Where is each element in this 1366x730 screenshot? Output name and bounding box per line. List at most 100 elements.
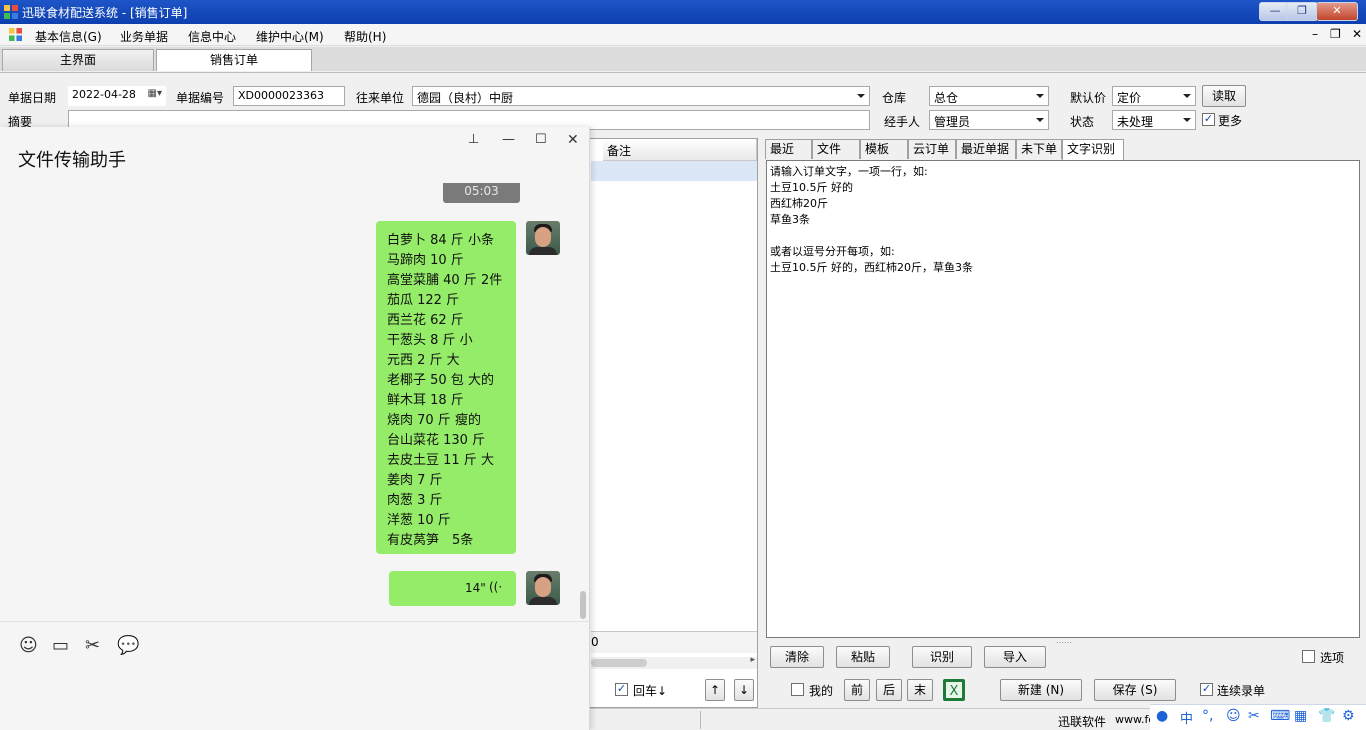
save-button[interactable]: 保存 (S) [1094, 679, 1176, 701]
partner-value: 德园（良村）中厨 [417, 91, 514, 105]
chat-divider [0, 621, 589, 622]
avatar[interactable] [526, 221, 560, 255]
handler-label: 经手人 [884, 115, 921, 129]
scissors-icon[interactable]: ✂ [1248, 708, 1260, 724]
partner-select[interactable]: 德园（良村）中厨 [412, 86, 870, 106]
close-button[interactable]: ✕ [1316, 2, 1358, 21]
previous-message-time: 05:03 [443, 183, 520, 203]
resize-grip[interactable]: ⋯⋯ [1056, 638, 1072, 647]
tab-recent[interactable]: 最近 [765, 139, 812, 159]
continuous-label: 连续录单 [1217, 684, 1266, 698]
tab-not-ordered[interactable]: 未下单 [1016, 139, 1062, 159]
user-icon[interactable]: ● [1156, 708, 1168, 724]
mdi-restore-button[interactable]: ❐ [1330, 27, 1341, 41]
handler-select[interactable]: 管理员 [929, 110, 1049, 130]
tab-text-recognition[interactable]: 文字识别 [1062, 139, 1124, 160]
chat-history-icon[interactable]: 💬 [117, 635, 139, 656]
grid-icon[interactable]: ▦ [1294, 708, 1307, 724]
menu-info-center[interactable]: 信息中心 [188, 28, 236, 45]
folder-icon[interactable]: ▭ [52, 635, 69, 656]
screenshot-scissors-icon[interactable]: ✂ [85, 635, 100, 656]
table-footer: 0 [591, 631, 757, 653]
options-checkbox[interactable] [1302, 650, 1315, 663]
more-label: 更多 [1218, 114, 1243, 128]
table-row[interactable] [591, 161, 757, 181]
status-value: 未处理 [1117, 115, 1154, 129]
menu-basic-info[interactable]: 基本信息(G) [35, 28, 102, 45]
mine-checkbox[interactable] [791, 683, 804, 696]
maximize-button[interactable]: ❐ [1286, 2, 1318, 21]
mdi-minimize-button[interactable]: – [1312, 27, 1318, 41]
read-button[interactable]: 读取 [1202, 85, 1246, 107]
emoji-icon[interactable]: ☺ [19, 635, 38, 656]
punctuation-icon[interactable]: °, [1202, 708, 1213, 724]
more-checkbox[interactable]: ✓ [1202, 113, 1215, 126]
message-line: 烧肉 70 斤 瘦的 [387, 413, 481, 428]
clear-button[interactable]: 清除 [770, 646, 824, 668]
tab-main[interactable]: 主界面 [2, 49, 154, 71]
message-line: 白萝卜 84 斤 小条 [387, 233, 494, 248]
chat-minimize-button[interactable]: — [502, 132, 515, 147]
menu-help[interactable]: 帮助(H) [344, 28, 386, 45]
enter-checkbox[interactable]: ✓ [615, 683, 628, 696]
number-field[interactable]: XD0000023363 [233, 86, 345, 106]
voice-message[interactable]: 14" ((· [389, 571, 516, 606]
tab-template[interactable]: 模板 [860, 139, 908, 159]
move-up-button[interactable]: ↑ [705, 679, 725, 701]
order-text-input[interactable]: 请输入订单文字，一项一行，如: 土豆10.5斤 好的 西红柿20斤 草鱼3条 或… [766, 160, 1360, 638]
tab-recent-docs[interactable]: 最近单据 [956, 139, 1016, 159]
chevron-down-icon [1036, 94, 1044, 98]
message-line: 干葱头 8 斤 小 [387, 333, 473, 348]
ime-mode-label[interactable]: 中 [1180, 708, 1193, 727]
emoji-icon[interactable]: ☺ [1226, 708, 1241, 724]
message-line: 高堂菜脯 40 斤 2件 [387, 273, 503, 288]
date-field[interactable]: 2022-04-28 ▦▾ [68, 86, 166, 106]
window-title: 迅联食材配送系统 - [销售订单] [22, 6, 188, 20]
status-divider [700, 711, 701, 729]
keyboard-icon[interactable]: ⌨ [1270, 708, 1290, 724]
message-line: 元西 2 斤 大 [387, 353, 460, 368]
warehouse-label: 仓库 [882, 91, 907, 105]
avatar[interactable] [526, 571, 560, 605]
partner-label: 往来单位 [356, 91, 405, 105]
next-button[interactable]: 后 [876, 679, 902, 701]
order-text-message[interactable]: 白萝卜 84 斤 小条 马蹄肉 10 斤 高堂菜脯 40 斤 2件 茄瓜 122… [376, 221, 516, 554]
shirt-icon[interactable]: 👕 [1318, 708, 1335, 724]
warehouse-select[interactable]: 总仓 [929, 86, 1049, 106]
handler-value: 管理员 [934, 115, 971, 129]
message-line: 去皮土豆 11 斤 大 [387, 453, 494, 468]
last-button[interactable]: 末 [907, 679, 933, 701]
chat-maximize-button[interactable]: ☐ [535, 132, 547, 147]
default-price-select[interactable]: 定价 [1112, 86, 1196, 106]
voice-wave-icon: ((· [489, 580, 503, 594]
new-button[interactable]: 新建 (N) [1000, 679, 1082, 701]
status-select[interactable]: 未处理 [1112, 110, 1196, 130]
prev-button[interactable]: 前 [844, 679, 870, 701]
pin-icon[interactable]: ⊥ [468, 132, 479, 147]
recognize-button[interactable]: 识别 [912, 646, 972, 668]
tab-sales-order[interactable]: 销售订单 [156, 49, 312, 71]
excel-export-icon[interactable]: X [942, 678, 966, 702]
tab-cloud-order[interactable]: 云订单 [908, 139, 956, 159]
chat-scrollbar-thumb[interactable] [580, 591, 586, 619]
menu-maintenance[interactable]: 维护中心(M) [256, 28, 324, 45]
horizontal-scrollbar[interactable]: ▸ [591, 655, 757, 669]
document-tabs: 主界面 销售订单 [0, 47, 1366, 71]
window-titlebar: 迅联食材配送系统 - [销售订单] — ❐ ✕ [0, 0, 1366, 24]
mdi-close-button[interactable]: ✕ [1352, 27, 1362, 41]
mine-label: 我的 [809, 684, 834, 698]
tab-file[interactable]: 文件 [812, 139, 860, 159]
chat-close-button[interactable]: ✕ [567, 132, 579, 148]
continuous-checkbox[interactable]: ✓ [1200, 683, 1213, 696]
paste-button[interactable]: 粘贴 [836, 646, 890, 668]
move-down-button[interactable]: ↓ [734, 679, 754, 701]
gear-icon[interactable]: ⚙ [1342, 708, 1355, 724]
scrollbar-thumb[interactable] [591, 659, 647, 667]
scroll-right-icon[interactable]: ▸ [750, 655, 755, 665]
app-icon [4, 5, 18, 19]
import-button[interactable]: 导入 [984, 646, 1046, 668]
options-label: 选项 [1320, 651, 1345, 665]
column-remark[interactable]: 备注 [603, 139, 757, 161]
calendar-icon[interactable]: ▦▾ [148, 88, 162, 99]
menu-business-docs[interactable]: 业务单据 [120, 28, 168, 45]
